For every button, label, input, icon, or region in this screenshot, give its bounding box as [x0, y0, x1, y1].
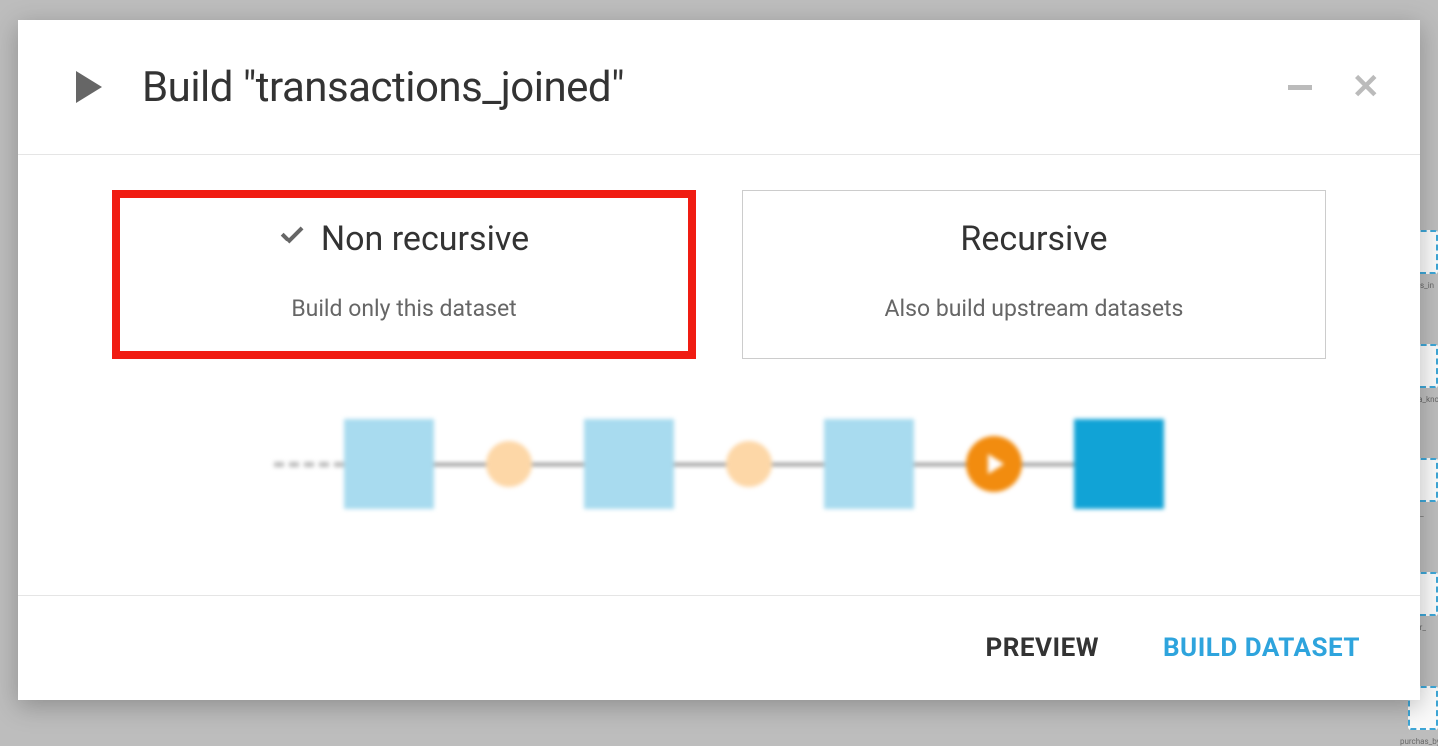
- modal-body: Non recursive Build only this dataset Re…: [18, 155, 1420, 595]
- pipeline-connector: [914, 463, 966, 466]
- preview-button[interactable]: PREVIEW: [985, 633, 1099, 663]
- modal-footer: PREVIEW BUILD DATASET: [18, 595, 1420, 700]
- pipeline-dataset-node: [344, 419, 434, 509]
- option-non-recursive[interactable]: Non recursive Build only this dataset: [112, 190, 696, 359]
- play-icon: [76, 71, 102, 103]
- pipeline-preview-diagram: [112, 419, 1326, 509]
- checkmark-icon: [279, 229, 307, 249]
- build-modal: Build "transactions_joined" ✕ Non recurs…: [18, 20, 1420, 700]
- modal-header: Build "transactions_joined" ✕: [18, 20, 1420, 155]
- minimize-icon[interactable]: [1288, 85, 1312, 90]
- bg-node-label: purchas_by_fir: [1400, 737, 1438, 746]
- pipeline-recipe-node: [486, 441, 532, 487]
- option-recursive[interactable]: Recursive Also build upstream datasets: [742, 190, 1326, 359]
- pipeline-target-dataset-node: [1074, 419, 1164, 509]
- pipeline-build-recipe-node: [966, 436, 1022, 492]
- option-title-text: Recursive: [960, 219, 1107, 259]
- pipeline-connector: [434, 463, 486, 466]
- build-dataset-button[interactable]: BUILD DATASET: [1163, 633, 1360, 663]
- pipeline-connector: [674, 463, 726, 466]
- modal-title: Build "transactions_joined": [142, 63, 624, 112]
- pipeline-dataset-node: [824, 419, 914, 509]
- build-mode-options: Non recursive Build only this dataset Re…: [112, 190, 1326, 359]
- pipeline-connector: [772, 463, 824, 466]
- option-desc-text: Build only this dataset: [133, 295, 675, 322]
- pipeline-connector: [532, 463, 584, 466]
- pipeline-connector: [1022, 463, 1074, 466]
- option-desc-text: Also build upstream datasets: [763, 295, 1305, 322]
- pipeline-dataset-node: [584, 419, 674, 509]
- close-icon[interactable]: ✕: [1352, 70, 1381, 104]
- pipeline-recipe-node: [726, 441, 772, 487]
- pipeline-leading-dash: [274, 462, 344, 467]
- option-title-text: Non recursive: [321, 219, 529, 259]
